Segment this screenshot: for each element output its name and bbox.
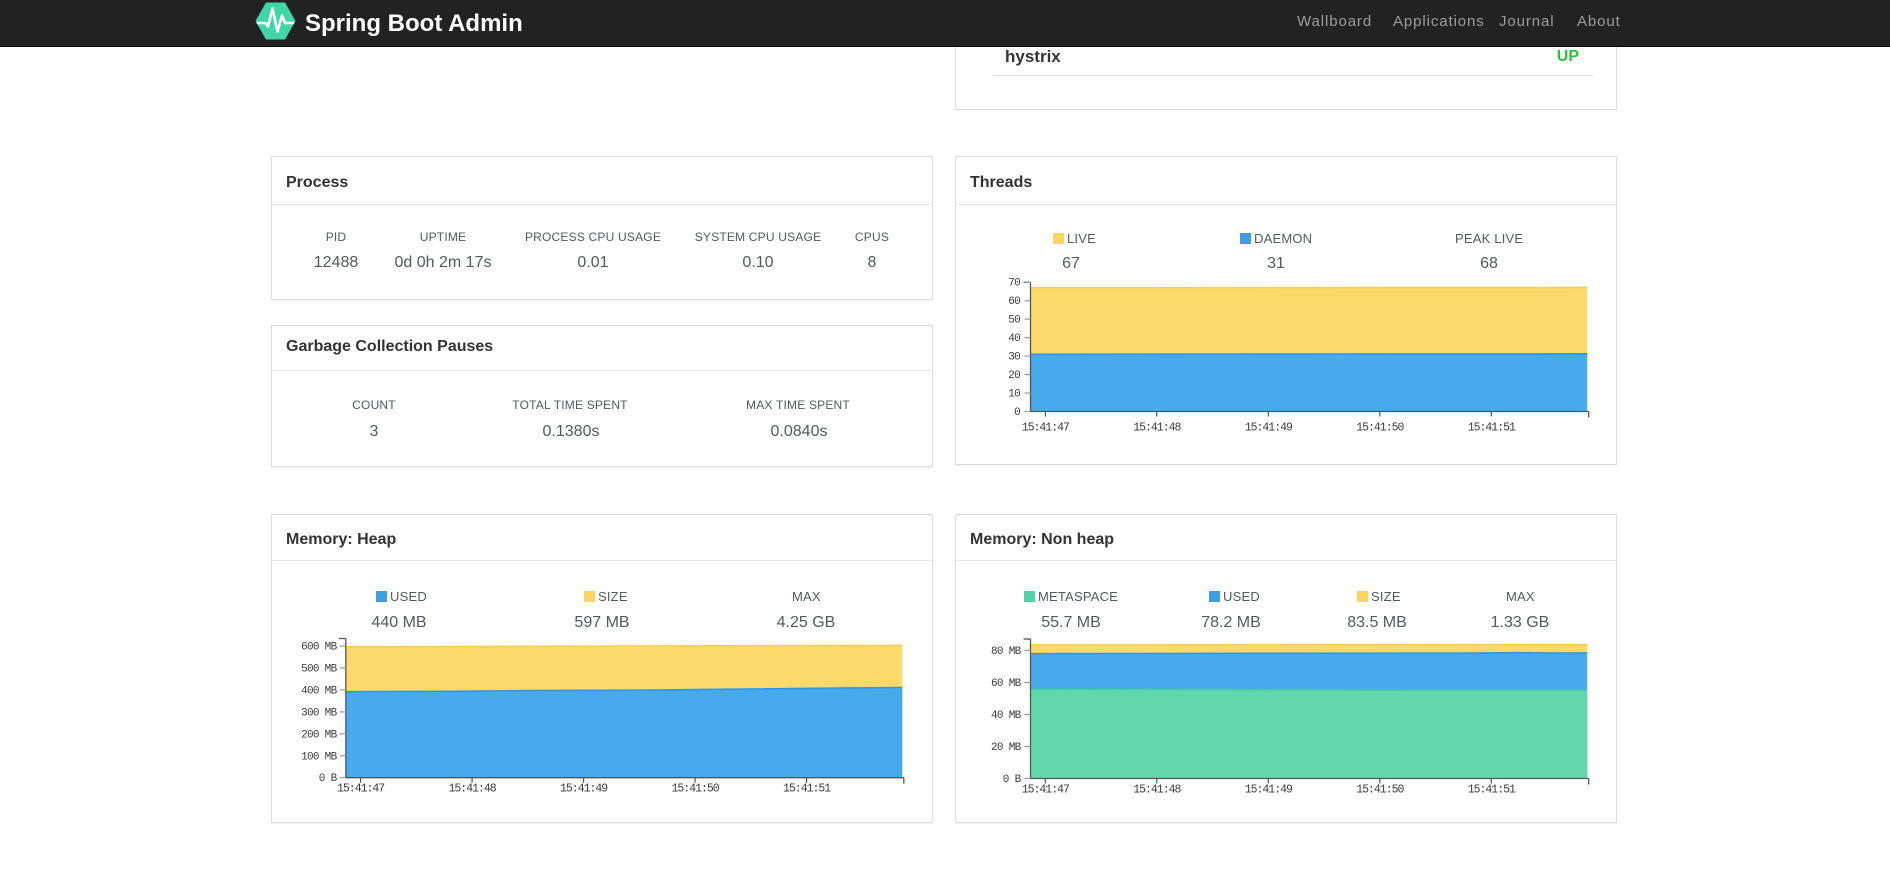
svg-text:0: 0	[1014, 407, 1020, 419]
svg-text:15:41:48: 15:41:48	[1133, 783, 1181, 796]
svg-text:60: 60	[1008, 296, 1020, 308]
svg-text:15:41:47: 15:41:47	[1022, 783, 1069, 796]
svg-text:15:41:49: 15:41:49	[1245, 783, 1293, 796]
svg-text:0 B: 0 B	[319, 773, 338, 785]
svg-text:15:41:51: 15:41:51	[783, 783, 831, 796]
svg-text:400 MB: 400 MB	[301, 685, 338, 697]
svg-text:100 MB: 100 MB	[301, 751, 338, 763]
svg-text:40: 40	[1008, 333, 1020, 345]
svg-text:15:41:48: 15:41:48	[1133, 422, 1181, 435]
svg-text:60 MB: 60 MB	[991, 678, 1022, 690]
svg-text:15:41:49: 15:41:49	[560, 783, 608, 796]
svg-text:15:41:49: 15:41:49	[1245, 422, 1293, 435]
svg-text:600 MB: 600 MB	[301, 642, 338, 654]
svg-text:50: 50	[1008, 315, 1020, 327]
svg-text:15:41:50: 15:41:50	[671, 783, 719, 796]
svg-text:300 MB: 300 MB	[301, 707, 338, 719]
svg-text:200 MB: 200 MB	[301, 729, 338, 741]
svg-text:15:41:51: 15:41:51	[1468, 422, 1516, 435]
svg-text:15:41:50: 15:41:50	[1356, 422, 1404, 435]
svg-text:30: 30	[1008, 352, 1020, 364]
svg-text:15:41:51: 15:41:51	[1468, 783, 1516, 796]
svg-text:15:41:50: 15:41:50	[1356, 783, 1404, 796]
svg-text:20 MB: 20 MB	[991, 742, 1022, 754]
svg-text:15:41:47: 15:41:47	[337, 783, 384, 796]
svg-text:15:41:48: 15:41:48	[448, 783, 496, 796]
svg-text:80 MB: 80 MB	[991, 646, 1022, 658]
svg-text:10: 10	[1008, 389, 1020, 401]
svg-text:15:41:47: 15:41:47	[1022, 422, 1069, 435]
svg-text:0 B: 0 B	[1003, 774, 1022, 786]
svg-text:500 MB: 500 MB	[301, 664, 338, 676]
svg-text:20: 20	[1008, 370, 1020, 382]
svg-text:40 MB: 40 MB	[991, 710, 1022, 722]
svg-text:70: 70	[1008, 278, 1020, 290]
